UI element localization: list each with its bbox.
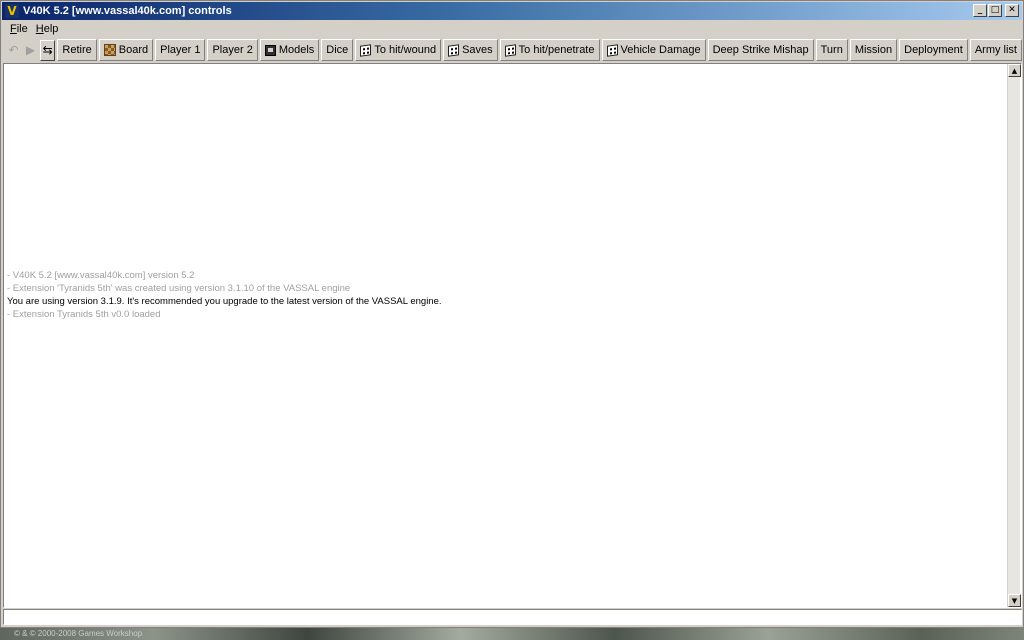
saves-label: Saves (462, 44, 493, 56)
undo-icon: ↶ (8, 43, 19, 57)
player-2-button[interactable]: Player 2 (207, 39, 258, 61)
server-connect-button[interactable]: ⇆ (39, 39, 56, 61)
deployment-button[interactable]: Deployment (899, 39, 968, 61)
chat-line: You are using version 3.1.9. It's recomm… (7, 296, 442, 307)
chat-scrollbar[interactable]: ▲ ▼ (1007, 64, 1021, 607)
vehicle-damage-label: Vehicle Damage (620, 44, 701, 56)
dice-icon (504, 43, 516, 57)
board-icon (103, 44, 116, 56)
toolbar: ↶ ▶ ⇆ Retire Board Player 1 Player 2 Mod… (2, 38, 1022, 62)
mission-label: Mission (854, 44, 893, 56)
scroll-up-button[interactable]: ▲ (1008, 64, 1021, 77)
title-bar[interactable]: V V40K 5.2 [www.vassal40k.com] controls … (2, 2, 1022, 20)
desktop-background: © & © 2000-2008 Games Workshop (0, 628, 1024, 640)
retire-button[interactable]: Retire (57, 39, 97, 61)
to-hit-wound-label: To hit/wound (374, 44, 437, 56)
window-title: V40K 5.2 [www.vassal40k.com] controls (23, 5, 232, 17)
models-button[interactable]: Models (259, 39, 320, 61)
dice-button[interactable]: Dice (321, 39, 354, 61)
player-1-button[interactable]: Player 1 (155, 39, 206, 61)
maximize-button[interactable]: □ (988, 4, 1002, 17)
triangle-down-icon: ▼ (1011, 596, 1018, 605)
player-2-label: Player 2 (212, 44, 253, 56)
chat-line: - Extension 'Tyranids 5th' was created u… (7, 283, 351, 294)
chat-input[interactable] (3, 609, 1022, 625)
deep-strike-mishap-label: Deep Strike Mishap (712, 44, 809, 56)
swap-arrows-icon: ⇆ (42, 43, 53, 57)
to-hit-wound-button[interactable]: To hit/wound (355, 39, 442, 61)
step-forward-icon: ▶ (25, 43, 36, 57)
menu-bar: File Help (2, 20, 1022, 37)
deep-strike-mishap-button[interactable]: Deep Strike Mishap (707, 39, 814, 61)
to-hit-penetrate-button[interactable]: To hit/penetrate (499, 39, 600, 61)
dice-icon (606, 43, 618, 57)
chat-line: - V40K 5.2 [www.vassal40k.com] version 5… (7, 270, 195, 281)
menu-help-mnemonic: H (35, 22, 44, 35)
dice-label: Dice (326, 44, 349, 56)
vassal-v-icon: V (5, 4, 19, 18)
dice-icon (360, 43, 372, 57)
deployment-label: Deployment (904, 44, 963, 56)
models-icon (264, 44, 276, 56)
menu-help[interactable]: Help (32, 23, 63, 35)
army-list-button[interactable]: Army list (969, 39, 1022, 61)
undo-button[interactable]: ↶ (6, 40, 21, 61)
window-controls: _ □ ✕ (973, 4, 1019, 17)
player-1-label: Player 1 (160, 44, 201, 56)
saves-button[interactable]: Saves (443, 39, 498, 61)
army-list-label: Army list (974, 44, 1017, 56)
chat-log[interactable]: - V40K 5.2 [www.vassal40k.com] version 5… (3, 63, 1022, 608)
turn-button[interactable]: Turn (815, 39, 848, 61)
menu-file[interactable]: File (6, 23, 32, 35)
models-label: Models (278, 44, 315, 56)
board-label: Board (118, 44, 149, 56)
turn-label: Turn (820, 44, 843, 56)
chat-lines: - V40K 5.2 [www.vassal40k.com] version 5… (7, 269, 997, 321)
to-hit-penetrate-label: To hit/penetrate (518, 44, 595, 56)
menu-file-mnemonic: F (10, 22, 17, 35)
scroll-down-button[interactable]: ▼ (1008, 594, 1021, 607)
step-forward-button[interactable]: ▶ (23, 40, 38, 61)
dice-icon (448, 43, 460, 57)
vehicle-damage-button[interactable]: Vehicle Damage (601, 39, 706, 61)
chat-line: - Extension Tyranids 5th v0.0 loaded (7, 309, 161, 320)
menu-file-label: ile (16, 22, 28, 35)
board-button[interactable]: Board (98, 39, 154, 61)
minimize-button[interactable]: _ (973, 4, 987, 17)
menu-help-label: elp (43, 22, 59, 35)
retire-label: Retire (62, 44, 92, 56)
desktop-footer-text: © & © 2000-2008 Games Workshop (14, 629, 143, 638)
vassal-controls-window: V V40K 5.2 [www.vassal40k.com] controls … (0, 0, 1024, 628)
close-button[interactable]: ✕ (1005, 4, 1019, 17)
triangle-up-icon: ▲ (1011, 66, 1018, 75)
mission-button[interactable]: Mission (849, 39, 898, 61)
